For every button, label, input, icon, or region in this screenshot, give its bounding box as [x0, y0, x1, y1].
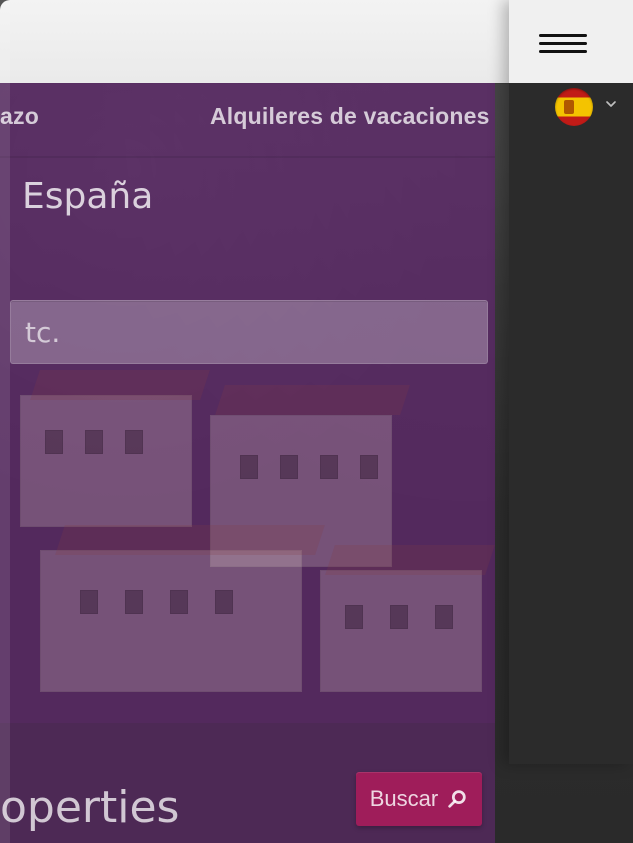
side-drawer — [509, 0, 633, 764]
spain-flag-icon — [555, 88, 593, 126]
hamburger-menu-icon[interactable] — [539, 34, 589, 62]
section-title: operties — [0, 782, 180, 833]
town-illustration — [0, 360, 495, 723]
window — [435, 605, 453, 629]
roof — [55, 525, 325, 555]
panel-divider — [0, 156, 495, 158]
top-navigation: azo Alquileres de vacaciones — [0, 103, 520, 137]
window — [215, 590, 233, 614]
menu-line — [539, 42, 587, 45]
roof — [30, 370, 210, 400]
language-selector[interactable] — [555, 88, 619, 128]
building — [20, 395, 192, 527]
window — [170, 590, 188, 614]
building — [40, 550, 302, 692]
window — [390, 605, 408, 629]
menu-line — [539, 50, 587, 53]
window — [280, 455, 298, 479]
window — [85, 430, 103, 454]
roof — [325, 545, 495, 575]
page-title: España — [22, 176, 154, 217]
search-button-label: Buscar — [369, 786, 439, 811]
chevron-down-icon — [606, 101, 616, 107]
search-button[interactable]: Buscar — [356, 772, 482, 826]
search-icon — [448, 790, 466, 808]
window — [80, 590, 98, 614]
search-field[interactable] — [10, 300, 488, 364]
window — [45, 430, 63, 454]
search-input[interactable] — [11, 301, 487, 363]
window — [320, 455, 338, 479]
window — [125, 430, 143, 454]
window — [360, 455, 378, 479]
nav-item-vacation-rentals[interactable]: Alquileres de vacaciones — [210, 103, 490, 130]
left-edge — [0, 0, 10, 843]
window — [240, 455, 258, 479]
window — [345, 605, 363, 629]
window — [125, 590, 143, 614]
building — [320, 570, 482, 692]
menu-line — [539, 34, 587, 37]
roof — [215, 385, 410, 415]
